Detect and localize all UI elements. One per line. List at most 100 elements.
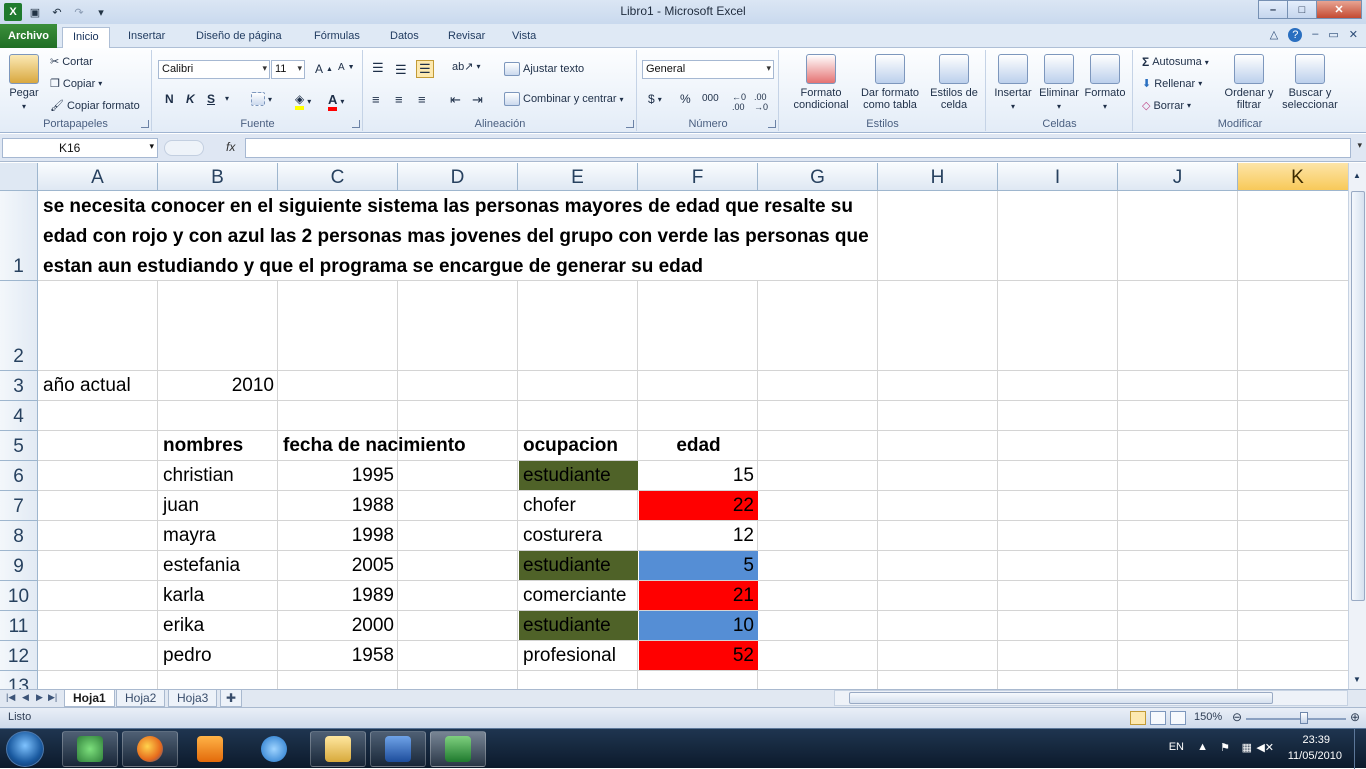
expand-formula-icon[interactable]: ▾ xyxy=(1357,140,1362,151)
row-header-8[interactable]: 8 xyxy=(0,521,38,551)
column-header-c[interactable]: C xyxy=(278,163,398,191)
cell-I1[interactable] xyxy=(998,191,1118,281)
minimize-button[interactable]: – xyxy=(1258,0,1288,19)
find-select-button[interactable]: Buscar y seleccionar xyxy=(1278,54,1342,111)
cell-F2[interactable] xyxy=(638,281,758,371)
cell-J11[interactable] xyxy=(1118,611,1238,641)
cell-H12[interactable] xyxy=(878,641,998,671)
language-indicator[interactable]: EN xyxy=(1169,741,1184,753)
minimize-ribbon-icon[interactable]: △ xyxy=(1270,28,1278,42)
normal-view-button[interactable] xyxy=(1130,711,1146,725)
cell-G3[interactable] xyxy=(758,371,878,401)
taskbar-network-app[interactable] xyxy=(62,731,118,767)
insert-sheet-icon[interactable]: ✚ xyxy=(220,690,243,707)
column-header-i[interactable]: I xyxy=(998,163,1118,191)
bold-button[interactable]: N xyxy=(165,92,174,106)
book-minimize-icon[interactable]: – xyxy=(1312,28,1318,42)
record-birth-year[interactable]: 1998 xyxy=(279,521,398,550)
cut-button[interactable]: ✂ Cortar xyxy=(50,55,93,69)
row-header-3[interactable]: 3 xyxy=(0,371,38,401)
format-as-table-button[interactable]: Dar formato como tabla xyxy=(858,54,922,111)
record-occupation[interactable]: chofer xyxy=(519,491,638,520)
cell-F13[interactable] xyxy=(638,671,758,689)
borders-button[interactable]: ▾ xyxy=(251,92,272,106)
insert-cells-button[interactable]: Insertar ▾ xyxy=(991,54,1035,111)
action-center-icon[interactable]: ⚑ xyxy=(1220,741,1230,754)
record-name[interactable]: karla xyxy=(159,581,278,610)
record-occupation[interactable]: estudiante xyxy=(519,551,638,580)
cell-G8[interactable] xyxy=(758,521,878,551)
cell-H2[interactable] xyxy=(878,281,998,371)
record-name[interactable]: erika xyxy=(159,611,278,640)
cell-K9[interactable] xyxy=(1238,551,1348,581)
cell-J12[interactable] xyxy=(1118,641,1238,671)
fill-button[interactable]: ⬇ Rellenar ▾ xyxy=(1142,77,1202,91)
align-middle-button[interactable]: ☰ xyxy=(395,62,407,78)
cell-D9[interactable] xyxy=(398,551,518,581)
currency-button[interactable]: $ ▾ xyxy=(648,92,662,106)
column-header-d[interactable]: D xyxy=(398,163,518,191)
cell-A5[interactable] xyxy=(38,431,158,461)
cell-J1[interactable] xyxy=(1118,191,1238,281)
row-header-13[interactable]: 13 xyxy=(0,671,38,689)
record-age[interactable]: 10 xyxy=(639,611,758,640)
record-birth-year[interactable]: 2000 xyxy=(279,611,398,640)
align-center-button[interactable]: ≡ xyxy=(395,92,403,107)
cell-H7[interactable] xyxy=(878,491,998,521)
cell-K11[interactable] xyxy=(1238,611,1348,641)
font-name-combo[interactable]: Calibri xyxy=(158,60,270,79)
cell-H6[interactable] xyxy=(878,461,998,491)
tab-insertar[interactable]: Insertar xyxy=(118,27,175,48)
fill-color-button[interactable]: ◈ ▾ xyxy=(295,92,311,110)
prev-sheet-icon[interactable]: ◀ xyxy=(22,692,29,703)
cell-F4[interactable] xyxy=(638,401,758,431)
cell-K4[interactable] xyxy=(1238,401,1348,431)
cell-J5[interactable] xyxy=(1118,431,1238,461)
decrease-decimal-button[interactable]: .00 →0 xyxy=(754,92,768,112)
last-sheet-icon[interactable]: ▶| xyxy=(48,692,57,703)
cell-A9[interactable] xyxy=(38,551,158,581)
record-occupation[interactable]: costurera xyxy=(519,521,638,550)
zoom-out-icon[interactable]: ⊖ xyxy=(1232,710,1242,724)
underline-dropdown[interactable]: ▾ xyxy=(225,94,229,103)
header-ocupacion[interactable]: ocupacion xyxy=(519,431,638,460)
worksheet[interactable]: ABCDEFGHIJK 1 2 3 4 5 6 7 8 9 10 11 12 13 se necesit… xyxy=(0,163,1348,689)
help-icon[interactable]: ? xyxy=(1288,28,1303,42)
cell-C4[interactable] xyxy=(278,401,398,431)
cell-G9[interactable] xyxy=(758,551,878,581)
cell-G2[interactable] xyxy=(758,281,878,371)
record-birth-year[interactable]: 1958 xyxy=(279,641,398,670)
zoom-level[interactable]: 150% xyxy=(1194,711,1222,723)
cell-B2[interactable] xyxy=(158,281,278,371)
underline-button[interactable]: S xyxy=(207,92,215,106)
align-left-button[interactable]: ≡ xyxy=(372,92,380,107)
cell-H13[interactable] xyxy=(878,671,998,689)
record-age[interactable]: 5 xyxy=(639,551,758,580)
header-nombres[interactable]: nombres xyxy=(159,431,278,460)
cell-I2[interactable] xyxy=(998,281,1118,371)
row-header-7[interactable]: 7 xyxy=(0,491,38,521)
close-button[interactable]: ✕ xyxy=(1316,0,1362,19)
cell-B4[interactable] xyxy=(158,401,278,431)
cell-I5[interactable] xyxy=(998,431,1118,461)
align-top-button[interactable]: ☰ xyxy=(372,60,384,76)
percent-button[interactable]: % xyxy=(680,92,691,106)
record-age[interactable]: 22 xyxy=(639,491,758,520)
record-occupation[interactable]: profesional xyxy=(519,641,638,670)
paste-button[interactable]: Pegar ▾ xyxy=(6,54,42,111)
cell-D12[interactable] xyxy=(398,641,518,671)
page-layout-view-button[interactable] xyxy=(1150,711,1166,725)
tab-revisar[interactable]: Revisar xyxy=(438,27,495,48)
cell-J4[interactable] xyxy=(1118,401,1238,431)
cell-K3[interactable] xyxy=(1238,371,1348,401)
autosum-button[interactable]: Σ Autosuma ▾ xyxy=(1142,55,1209,69)
record-age[interactable]: 52 xyxy=(639,641,758,670)
cell-C3[interactable] xyxy=(278,371,398,401)
cell-K7[interactable] xyxy=(1238,491,1348,521)
header-fecha-nacimiento[interactable]: fecha de nacimiento xyxy=(279,431,466,460)
cell-J13[interactable] xyxy=(1118,671,1238,689)
cell-A12[interactable] xyxy=(38,641,158,671)
row-header-2[interactable]: 2 xyxy=(0,281,38,371)
cell-J7[interactable] xyxy=(1118,491,1238,521)
cell-K6[interactable] xyxy=(1238,461,1348,491)
